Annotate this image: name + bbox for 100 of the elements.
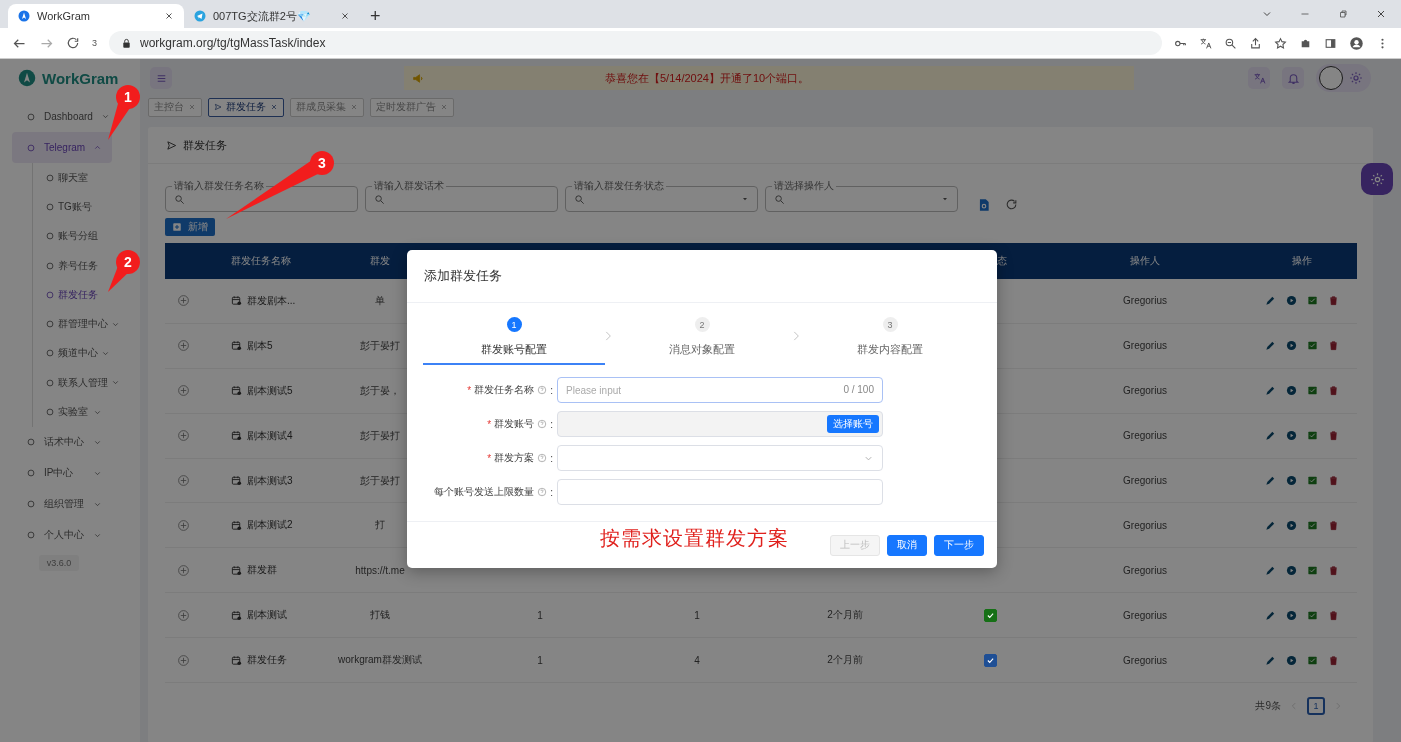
dialog-button[interactable]: 取消	[887, 534, 927, 556]
translate-button[interactable]	[1248, 67, 1270, 89]
check-square-icon[interactable]	[1307, 564, 1318, 576]
checkbox[interactable]	[983, 608, 997, 622]
browser-tab[interactable]: WorkGram	[8, 4, 184, 28]
task-name[interactable]: 剧本测试2	[201, 518, 321, 533]
close-icon[interactable]	[164, 11, 174, 21]
browser-tab[interactable]: 007TG交流群2号💎	[184, 4, 360, 28]
expand-icon[interactable]	[176, 429, 190, 443]
nav-item[interactable]: 群管理中心	[33, 309, 112, 339]
step[interactable]: 1 群发账号配置	[423, 317, 605, 365]
nav-item[interactable]: 聊天室	[33, 163, 112, 193]
check-square-icon[interactable]	[1307, 340, 1318, 352]
check-square-icon[interactable]	[1307, 519, 1318, 531]
menu-button[interactable]	[150, 67, 172, 89]
expand-icon[interactable]	[176, 563, 190, 577]
pencil-icon[interactable]	[1265, 340, 1276, 352]
nav-item[interactable]: 组织管理	[12, 488, 112, 520]
address-bar[interactable]: workgram.org/tg/tgMassTask/index	[109, 31, 1162, 55]
trash-icon[interactable]	[1328, 430, 1339, 442]
play-icon[interactable]	[1286, 430, 1297, 442]
expand-icon[interactable]	[176, 384, 190, 398]
task-name[interactable]: 群发剧本...	[201, 293, 321, 308]
new-tab-button[interactable]: +	[360, 4, 391, 28]
check-square-icon[interactable]	[1307, 385, 1318, 397]
nav-item[interactable]: TG账号	[33, 192, 112, 222]
task-name[interactable]: 群发任务	[201, 653, 321, 668]
nav-item[interactable]: 养号任务	[33, 250, 112, 281]
expand-icon[interactable]	[176, 474, 190, 487]
task-name[interactable]: 剧本测试4	[201, 428, 321, 443]
trash-icon[interactable]	[1328, 475, 1339, 486]
reload-icon[interactable]	[66, 36, 80, 50]
nav-item[interactable]: 话术中心	[12, 426, 112, 458]
expand-icon[interactable]	[176, 653, 190, 667]
nav-item[interactable]: IP中心	[12, 457, 112, 489]
pencil-icon[interactable]	[1265, 564, 1276, 576]
play-icon[interactable]	[1286, 295, 1297, 307]
play-icon[interactable]	[1286, 654, 1297, 666]
step[interactable]: 3 群发内容配置	[799, 317, 981, 365]
input-field[interactable]	[557, 479, 883, 505]
reload-icon[interactable]	[1005, 198, 1018, 211]
nav-item[interactable]: 群发任务	[33, 280, 112, 310]
close-icon[interactable]	[340, 11, 350, 21]
select-field[interactable]	[557, 445, 883, 471]
nav-item[interactable]: 账号分组	[33, 221, 112, 251]
pencil-icon[interactable]	[1265, 295, 1276, 307]
trash-icon[interactable]	[1328, 385, 1339, 397]
check-square-icon[interactable]	[1307, 295, 1318, 307]
dialog-button[interactable]: 下一步	[934, 534, 984, 556]
play-icon[interactable]	[1286, 340, 1297, 352]
star-icon[interactable]	[1274, 36, 1287, 50]
task-name[interactable]: 剧本测试5	[201, 383, 321, 398]
check-square-icon[interactable]	[1307, 475, 1318, 486]
nav-item[interactable]: Dashboard	[12, 101, 112, 132]
trash-icon[interactable]	[1328, 654, 1339, 666]
pencil-icon[interactable]	[1265, 519, 1276, 531]
play-icon[interactable]	[1286, 385, 1297, 397]
expand-icon[interactable]	[176, 294, 190, 308]
page-button[interactable]: 1	[1307, 697, 1325, 715]
trash-icon[interactable]	[1328, 564, 1339, 576]
task-name[interactable]: 剧本测试3	[201, 473, 321, 488]
play-icon[interactable]	[1286, 475, 1297, 486]
expand-icon[interactable]	[176, 608, 190, 622]
nav-item[interactable]: Telegram	[12, 132, 112, 163]
play-icon[interactable]	[1286, 609, 1297, 621]
translate-icon[interactable]	[1199, 36, 1212, 50]
play-icon[interactable]	[1286, 519, 1297, 531]
nav-item[interactable]: 频道中心	[33, 338, 112, 369]
checkbox[interactable]	[983, 653, 997, 667]
trash-icon[interactable]	[1328, 340, 1339, 352]
trash-icon[interactable]	[1328, 295, 1339, 307]
user-menu[interactable]	[1316, 64, 1371, 92]
profile-icon[interactable]	[1349, 35, 1364, 51]
settings-button[interactable]	[1361, 163, 1393, 195]
pencil-icon[interactable]	[1265, 475, 1276, 486]
expand-icon[interactable]	[176, 518, 190, 532]
page-tag[interactable]: 群发任务	[208, 97, 284, 117]
pencil-icon[interactable]	[1265, 430, 1276, 442]
nav-item[interactable]: 个人中心	[12, 519, 112, 551]
check-square-icon[interactable]	[1307, 609, 1318, 621]
close-icon[interactable]	[1375, 8, 1387, 20]
trash-icon[interactable]	[1328, 519, 1339, 531]
nav-item[interactable]: 实验室	[33, 397, 112, 427]
pencil-icon[interactable]	[1265, 385, 1276, 397]
pencil-icon[interactable]	[1265, 654, 1276, 666]
add-button[interactable]: 新增	[165, 218, 215, 236]
document-icon[interactable]	[977, 198, 991, 212]
check-square-icon[interactable]	[1307, 430, 1318, 442]
step[interactable]: 2 消息对象配置	[611, 317, 793, 365]
task-name[interactable]: 群发群	[201, 563, 321, 578]
restore-icon[interactable]	[1337, 8, 1349, 20]
zoom-icon[interactable]	[1224, 36, 1237, 50]
task-name[interactable]: 剧本测试	[201, 608, 321, 623]
play-icon[interactable]	[1286, 564, 1297, 576]
trash-icon[interactable]	[1328, 609, 1339, 621]
expand-icon[interactable]	[176, 339, 190, 353]
pencil-icon[interactable]	[1265, 609, 1276, 621]
sidebar-icon[interactable]	[1324, 36, 1337, 50]
share-icon[interactable]	[1249, 36, 1262, 50]
nav-item[interactable]: 联系人管理	[33, 368, 112, 398]
